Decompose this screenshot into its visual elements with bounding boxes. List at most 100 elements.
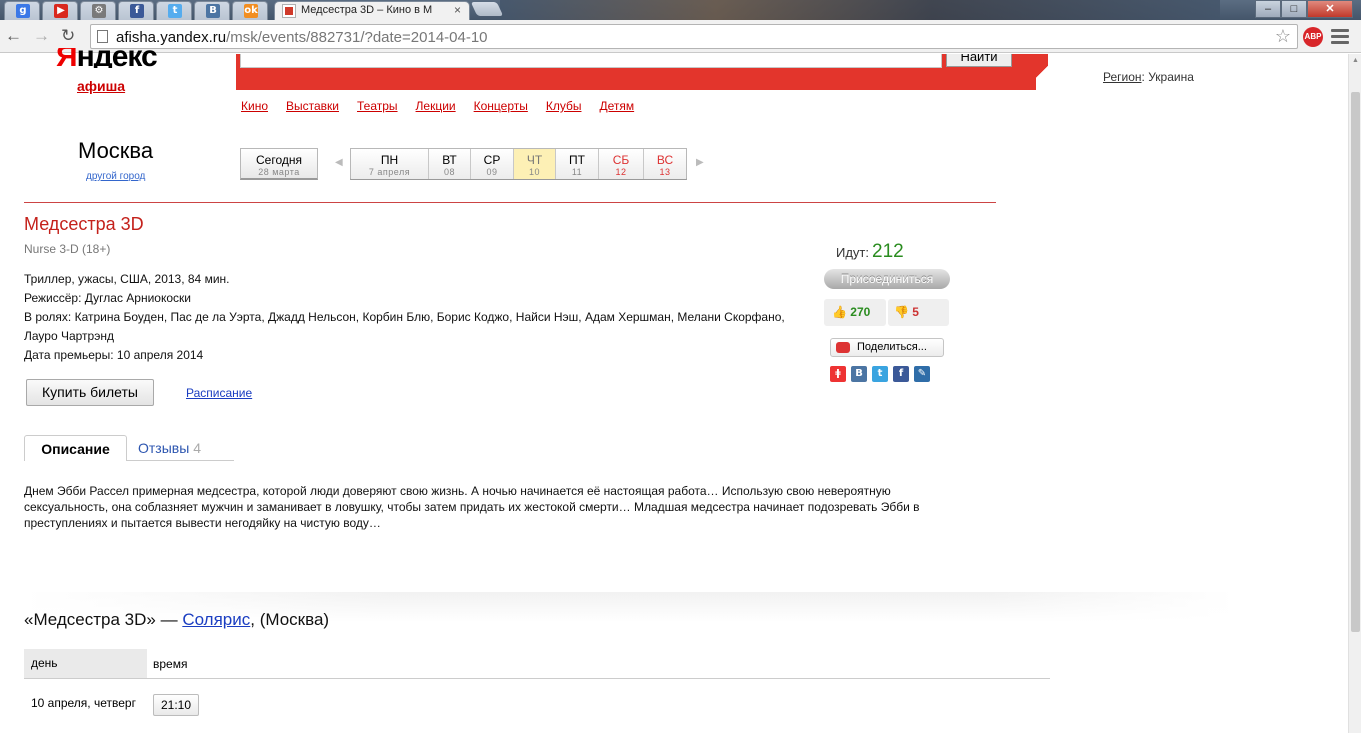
dislikes-count: 5 bbox=[912, 305, 919, 319]
vk-share-icon[interactable]: B bbox=[851, 366, 867, 382]
dislike-button[interactable]: 👎 5 bbox=[888, 299, 949, 326]
pinned-tab[interactable]: ⚙ bbox=[80, 1, 116, 20]
forward-icon[interactable]: → bbox=[33, 26, 50, 46]
region-link[interactable]: Регион bbox=[1103, 70, 1142, 84]
find-button[interactable]: Найти bbox=[946, 54, 1012, 67]
showtime-button[interactable]: 21:10 bbox=[153, 694, 199, 716]
search-input[interactable] bbox=[240, 54, 942, 68]
pinned-tab[interactable]: ok bbox=[232, 1, 268, 20]
new-tab-button[interactable] bbox=[470, 2, 504, 16]
day-button[interactable]: ВС 13 bbox=[644, 149, 686, 179]
pinned-tab[interactable]: f bbox=[118, 1, 154, 20]
film-title: Медсестра 3D bbox=[24, 214, 144, 234]
join-button[interactable]: Присоединиться bbox=[824, 269, 950, 289]
twitter-icon: t bbox=[168, 4, 182, 18]
chrome-settings-icon: ⚙ bbox=[92, 4, 106, 18]
speaker-icon bbox=[836, 342, 850, 353]
close-tab-icon[interactable]: × bbox=[454, 3, 461, 17]
region-value: : Украина bbox=[1141, 70, 1194, 84]
day-button[interactable]: СР 09 bbox=[471, 149, 514, 179]
url-text[interactable]: afisha.yandex.ru/msk/events/882731/?date… bbox=[116, 29, 488, 46]
facebook-share-icon[interactable]: f bbox=[893, 366, 909, 382]
tab-title: Медсестра 3D – Кино в М bbox=[301, 4, 433, 16]
google-icon: g bbox=[16, 4, 30, 18]
day-button[interactable]: ПТ 11 bbox=[556, 149, 599, 179]
tab-reviews[interactable]: Отзывы 4 bbox=[138, 435, 201, 461]
schedule-day-header: день bbox=[24, 649, 147, 678]
afisha-link[interactable]: афиша bbox=[77, 78, 125, 94]
maximize-button[interactable]: □ bbox=[1281, 0, 1307, 18]
nav-item[interactable]: Кино bbox=[241, 99, 268, 113]
address-bar[interactable]: afisha.yandex.ru/msk/events/882731/?date… bbox=[90, 24, 1298, 49]
twitter-share-icon[interactable]: t bbox=[872, 366, 888, 382]
nav-item[interactable]: Клубы bbox=[546, 99, 582, 113]
yandex-ru-icon[interactable]: ǂ bbox=[830, 366, 846, 382]
nav-item[interactable]: Концерты bbox=[474, 99, 528, 113]
film-description: Днем Эбби Рассел примерная медсестра, ко… bbox=[24, 484, 920, 530]
bookmark-star-icon[interactable]: ☆ bbox=[1275, 26, 1291, 47]
share-icons: ǂ Bt f ✎ bbox=[830, 366, 930, 382]
browser-menu-icon[interactable] bbox=[1331, 29, 1349, 47]
tab-description[interactable]: Описание bbox=[24, 435, 127, 461]
day-date: 09 bbox=[486, 167, 498, 177]
cinema-city: , (Москва) bbox=[250, 610, 330, 629]
schedule-link[interactable]: Расписание bbox=[186, 386, 252, 400]
today-button[interactable]: Сегодня 28 марта bbox=[240, 148, 318, 180]
day-button[interactable]: ВТ 08 bbox=[429, 149, 471, 179]
day-label: ВТ bbox=[442, 153, 457, 167]
share-button[interactable]: Поделиться... bbox=[830, 338, 944, 357]
day-date: 13 bbox=[659, 167, 671, 177]
region-selector: Регион: Украина bbox=[1103, 70, 1194, 84]
film-cast: В ролях: Катрина Боуден, Пас де ла Уэрта… bbox=[24, 310, 785, 343]
day-date: 11 bbox=[571, 167, 583, 177]
close-window-button[interactable]: ✕ bbox=[1307, 0, 1353, 18]
day-selector: ПН 7 апреля ВТ 08 СР 09 ЧТ 10 ПТ 11 СБ 12 ВС 13 bbox=[350, 148, 687, 180]
going-label: Идут: bbox=[836, 245, 869, 260]
cinema-link[interactable]: Солярис bbox=[182, 610, 250, 629]
day-date: 10 bbox=[528, 167, 540, 177]
schedule-header: день время bbox=[24, 649, 1050, 679]
scroll-up-icon[interactable]: ▲ bbox=[1352, 57, 1359, 64]
day-button[interactable]: ПН 7 апреля bbox=[351, 149, 429, 179]
day-label: ПТ bbox=[569, 153, 585, 167]
browser-tab-strip: g ▶ ⚙ f t Bok Медсестра 3D – Кино в М × – □ ✕ bbox=[0, 0, 1361, 20]
nav-item[interactable]: Лекции bbox=[416, 99, 456, 113]
nav-item[interactable]: Театры bbox=[357, 99, 398, 113]
prev-week-icon[interactable]: ◀ bbox=[335, 157, 343, 168]
film-premiere: Дата премьеры: 10 апреля 2014 bbox=[24, 348, 204, 362]
search-bar-tip bbox=[1036, 54, 1048, 90]
window-background bbox=[500, 0, 1220, 20]
minimize-button[interactable]: – bbox=[1255, 0, 1281, 18]
nav-item[interactable]: Выставки bbox=[286, 99, 339, 113]
vertical-scrollbar[interactable]: ▲ bbox=[1348, 54, 1361, 733]
divider bbox=[24, 202, 996, 203]
buy-tickets-button[interactable]: Купить билеты bbox=[26, 379, 154, 406]
nav-item[interactable]: Детям bbox=[599, 99, 634, 113]
pinned-tab[interactable]: B bbox=[194, 1, 230, 20]
back-icon[interactable]: ← bbox=[5, 26, 22, 46]
facebook-icon: f bbox=[130, 4, 144, 18]
adblock-plus-icon[interactable]: ABP bbox=[1303, 27, 1323, 47]
scrollbar-thumb[interactable] bbox=[1351, 92, 1360, 632]
day-button[interactable]: ЧТ 10 bbox=[514, 149, 556, 179]
film-quoted: «Медсестра 3D» — bbox=[24, 610, 183, 629]
today-date: 28 марта bbox=[258, 167, 300, 177]
film-genre: Триллер, ужасы, США, 2013, 84 мин. bbox=[24, 272, 230, 286]
tab-active[interactable]: Медсестра 3D – Кино в М × bbox=[274, 1, 470, 20]
pinned-tab[interactable]: t bbox=[156, 1, 192, 20]
pinned-tab[interactable]: g bbox=[4, 1, 40, 20]
like-button[interactable]: 👍 270 bbox=[824, 299, 886, 326]
next-week-icon[interactable]: ▶ bbox=[696, 157, 704, 168]
day-button[interactable]: СБ 12 bbox=[599, 149, 644, 179]
thumbs-down-icon: 👎 bbox=[894, 305, 909, 319]
reload-icon[interactable]: ↻ bbox=[61, 26, 75, 46]
day-date: 7 апреля bbox=[368, 167, 411, 177]
change-city-link[interactable]: другой город bbox=[86, 171, 145, 182]
yandex-logo[interactable]: Яндекс bbox=[56, 48, 157, 68]
film-details: Триллер, ужасы, США, 2013, 84 мин. Режис… bbox=[24, 270, 794, 365]
film-original-title: Nurse 3-D (18+) bbox=[24, 242, 111, 256]
livejournal-icon[interactable]: ✎ bbox=[914, 366, 930, 382]
reviews-count: 4 bbox=[193, 440, 201, 456]
pinned-tab[interactable]: ▶ bbox=[42, 1, 78, 20]
browser-toolbar: ← → ↻ afisha.yandex.ru/msk/events/882731… bbox=[0, 20, 1361, 53]
